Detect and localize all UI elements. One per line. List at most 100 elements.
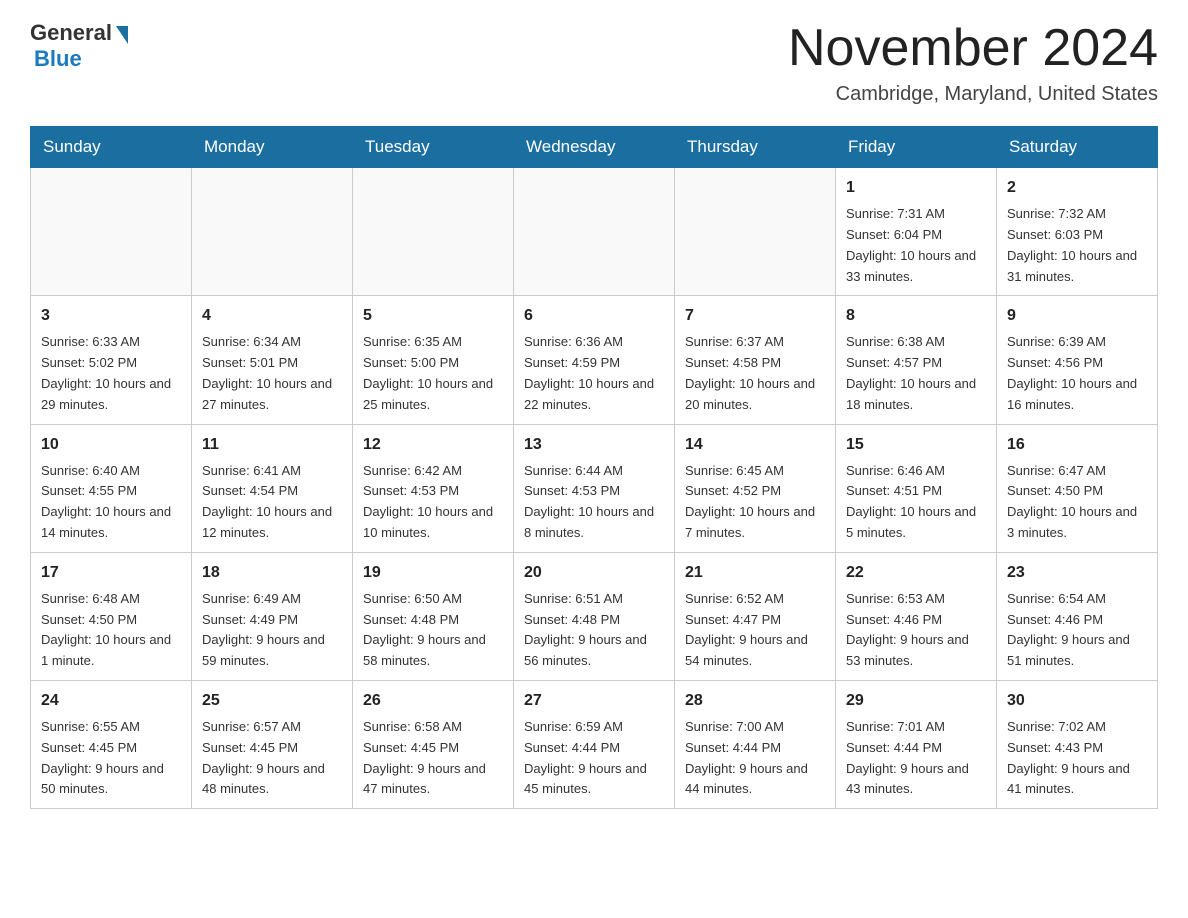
logo-general-text: General xyxy=(30,20,112,46)
day-number: 9 xyxy=(1007,304,1147,328)
day-number: 3 xyxy=(41,304,181,328)
day-info: Sunrise: 7:02 AM Sunset: 4:43 PM Dayligh… xyxy=(1007,717,1147,800)
day-info: Sunrise: 6:49 AM Sunset: 4:49 PM Dayligh… xyxy=(202,589,342,672)
day-number: 30 xyxy=(1007,689,1147,713)
day-number: 4 xyxy=(202,304,342,328)
day-number: 21 xyxy=(685,561,825,585)
logo: General Blue xyxy=(30,20,128,72)
calendar-cell: 13Sunrise: 6:44 AM Sunset: 4:53 PM Dayli… xyxy=(514,424,675,552)
calendar-cell: 4 Sunrise: 6:34 AM Sunset: 5:01 PM Daylig… xyxy=(192,296,353,424)
day-number: 29 xyxy=(846,689,986,713)
calendar-cell: 15 Sunrise: 6:46 AM Sunset: 4:51 PM Dayli… xyxy=(836,424,997,552)
day-info: Sunrise: 6:46 AM Sunset: 4:51 PM Dayligh… xyxy=(846,461,986,544)
calendar-cell: 20 Sunrise: 6:51 AM Sunset: 4:48 PM Dayli… xyxy=(514,552,675,680)
calendar-cell: 12 Sunrise: 6:42 AM Sunset: 4:53 PM Dayli… xyxy=(353,424,514,552)
calendar-cell: 30 Sunrise: 7:02 AM Sunset: 4:43 PM Dayli… xyxy=(997,680,1158,808)
day-number: 24 xyxy=(41,689,181,713)
day-number: 27 xyxy=(524,689,664,713)
calendar-cell: 21 Sunrise: 6:52 AM Sunset: 4:47 PM Dayli… xyxy=(675,552,836,680)
month-title: November 2024 xyxy=(788,20,1158,77)
day-info: Sunrise: 7:01 AM Sunset: 4:44 PM Dayligh… xyxy=(846,717,986,800)
weekday-header-tuesday: Tuesday xyxy=(353,127,514,168)
calendar-cell: 18 Sunrise: 6:49 AM Sunset: 4:49 PM Dayli… xyxy=(192,552,353,680)
day-number: 15 xyxy=(846,433,986,457)
title-section: November 2024 Cambridge, Maryland, Unite… xyxy=(788,20,1158,106)
day-number: 11 xyxy=(202,433,342,457)
day-info: Sunrise: 6:52 AM Sunset: 4:47 PM Dayligh… xyxy=(685,589,825,672)
calendar-cell: 27 Sunrise: 6:59 AM Sunset: 4:44 PM Dayli… xyxy=(514,680,675,808)
day-info: Sunrise: 6:34 AM Sunset: 5:01 PM Dayligh… xyxy=(202,332,342,415)
calendar-cell: 8 Sunrise: 6:38 AM Sunset: 4:57 PM Daylig… xyxy=(836,296,997,424)
day-number: 12 xyxy=(363,433,503,457)
day-number: 5 xyxy=(363,304,503,328)
calendar-cell: 6Sunrise: 6:36 AM Sunset: 4:59 PM Daylig… xyxy=(514,296,675,424)
day-info: Sunrise: 7:31 AM Sunset: 6:04 PM Dayligh… xyxy=(846,204,986,287)
calendar-cell: 25 Sunrise: 6:57 AM Sunset: 4:45 PM Dayli… xyxy=(192,680,353,808)
calendar-cell: 14 Sunrise: 6:45 AM Sunset: 4:52 PM Dayli… xyxy=(675,424,836,552)
calendar-cell: 28 Sunrise: 7:00 AM Sunset: 4:44 PM Dayli… xyxy=(675,680,836,808)
weekday-header-sunday: Sunday xyxy=(31,127,192,168)
calendar-cell: 23 Sunrise: 6:54 AM Sunset: 4:46 PM Dayli… xyxy=(997,552,1158,680)
day-info: Sunrise: 7:00 AM Sunset: 4:44 PM Dayligh… xyxy=(685,717,825,800)
day-info: Sunrise: 6:33 AM Sunset: 5:02 PM Dayligh… xyxy=(41,332,181,415)
week-row-4: 17Sunrise: 6:48 AM Sunset: 4:50 PM Dayli… xyxy=(31,552,1158,680)
day-number: 8 xyxy=(846,304,986,328)
calendar-cell: 17Sunrise: 6:48 AM Sunset: 4:50 PM Dayli… xyxy=(31,552,192,680)
calendar-cell xyxy=(353,168,514,296)
calendar-cell: 5Sunrise: 6:35 AM Sunset: 5:00 PM Daylig… xyxy=(353,296,514,424)
weekday-header-friday: Friday xyxy=(836,127,997,168)
day-info: Sunrise: 7:32 AM Sunset: 6:03 PM Dayligh… xyxy=(1007,204,1147,287)
calendar-cell: 29 Sunrise: 7:01 AM Sunset: 4:44 PM Dayli… xyxy=(836,680,997,808)
day-info: Sunrise: 6:42 AM Sunset: 4:53 PM Dayligh… xyxy=(363,461,503,544)
week-row-5: 24 Sunrise: 6:55 AM Sunset: 4:45 PM Dayli… xyxy=(31,680,1158,808)
weekday-header-thursday: Thursday xyxy=(675,127,836,168)
day-info: Sunrise: 6:47 AM Sunset: 4:50 PM Dayligh… xyxy=(1007,461,1147,544)
calendar-cell: 19 Sunrise: 6:50 AM Sunset: 4:48 PM Dayli… xyxy=(353,552,514,680)
day-info: Sunrise: 6:59 AM Sunset: 4:44 PM Dayligh… xyxy=(524,717,664,800)
day-number: 14 xyxy=(685,433,825,457)
day-number: 23 xyxy=(1007,561,1147,585)
day-info: Sunrise: 6:37 AM Sunset: 4:58 PM Dayligh… xyxy=(685,332,825,415)
day-info: Sunrise: 6:38 AM Sunset: 4:57 PM Dayligh… xyxy=(846,332,986,415)
day-info: Sunrise: 6:45 AM Sunset: 4:52 PM Dayligh… xyxy=(685,461,825,544)
calendar-cell xyxy=(192,168,353,296)
day-info: Sunrise: 6:40 AM Sunset: 4:55 PM Dayligh… xyxy=(41,461,181,544)
weekday-header-row: SundayMondayTuesdayWednesdayThursdayFrid… xyxy=(31,127,1158,168)
logo-arrow-icon xyxy=(116,26,128,44)
calendar-cell: 2 Sunrise: 7:32 AM Sunset: 6:03 PM Daylig… xyxy=(997,168,1158,296)
day-number: 18 xyxy=(202,561,342,585)
day-number: 20 xyxy=(524,561,664,585)
day-number: 26 xyxy=(363,689,503,713)
day-info: Sunrise: 6:57 AM Sunset: 4:45 PM Dayligh… xyxy=(202,717,342,800)
day-info: Sunrise: 6:55 AM Sunset: 4:45 PM Dayligh… xyxy=(41,717,181,800)
day-info: Sunrise: 6:58 AM Sunset: 4:45 PM Dayligh… xyxy=(363,717,503,800)
calendar-cell: 16 Sunrise: 6:47 AM Sunset: 4:50 PM Dayli… xyxy=(997,424,1158,552)
day-info: Sunrise: 6:36 AM Sunset: 4:59 PM Dayligh… xyxy=(524,332,664,415)
calendar-cell xyxy=(31,168,192,296)
day-info: Sunrise: 6:51 AM Sunset: 4:48 PM Dayligh… xyxy=(524,589,664,672)
weekday-header-monday: Monday xyxy=(192,127,353,168)
day-info: Sunrise: 6:39 AM Sunset: 4:56 PM Dayligh… xyxy=(1007,332,1147,415)
day-info: Sunrise: 6:50 AM Sunset: 4:48 PM Dayligh… xyxy=(363,589,503,672)
day-info: Sunrise: 6:54 AM Sunset: 4:46 PM Dayligh… xyxy=(1007,589,1147,672)
day-info: Sunrise: 6:48 AM Sunset: 4:50 PM Dayligh… xyxy=(41,589,181,672)
calendar-cell: 3 Sunrise: 6:33 AM Sunset: 5:02 PM Daylig… xyxy=(31,296,192,424)
day-number: 2 xyxy=(1007,176,1147,200)
calendar-cell: 22Sunrise: 6:53 AM Sunset: 4:46 PM Dayli… xyxy=(836,552,997,680)
day-number: 25 xyxy=(202,689,342,713)
day-number: 28 xyxy=(685,689,825,713)
day-number: 10 xyxy=(41,433,181,457)
calendar-cell xyxy=(514,168,675,296)
week-row-2: 3 Sunrise: 6:33 AM Sunset: 5:02 PM Daylig… xyxy=(31,296,1158,424)
day-info: Sunrise: 6:53 AM Sunset: 4:46 PM Dayligh… xyxy=(846,589,986,672)
day-number: 19 xyxy=(363,561,503,585)
calendar-cell: 24 Sunrise: 6:55 AM Sunset: 4:45 PM Dayli… xyxy=(31,680,192,808)
day-number: 16 xyxy=(1007,433,1147,457)
calendar-cell: 7Sunrise: 6:37 AM Sunset: 4:58 PM Daylig… xyxy=(675,296,836,424)
calendar-cell xyxy=(675,168,836,296)
calendar-cell: 1Sunrise: 7:31 AM Sunset: 6:04 PM Daylig… xyxy=(836,168,997,296)
calendar-cell: 26 Sunrise: 6:58 AM Sunset: 4:45 PM Dayli… xyxy=(353,680,514,808)
weekday-header-saturday: Saturday xyxy=(997,127,1158,168)
calendar-table: SundayMondayTuesdayWednesdayThursdayFrid… xyxy=(30,126,1158,809)
week-row-1: 1Sunrise: 7:31 AM Sunset: 6:04 PM Daylig… xyxy=(31,168,1158,296)
